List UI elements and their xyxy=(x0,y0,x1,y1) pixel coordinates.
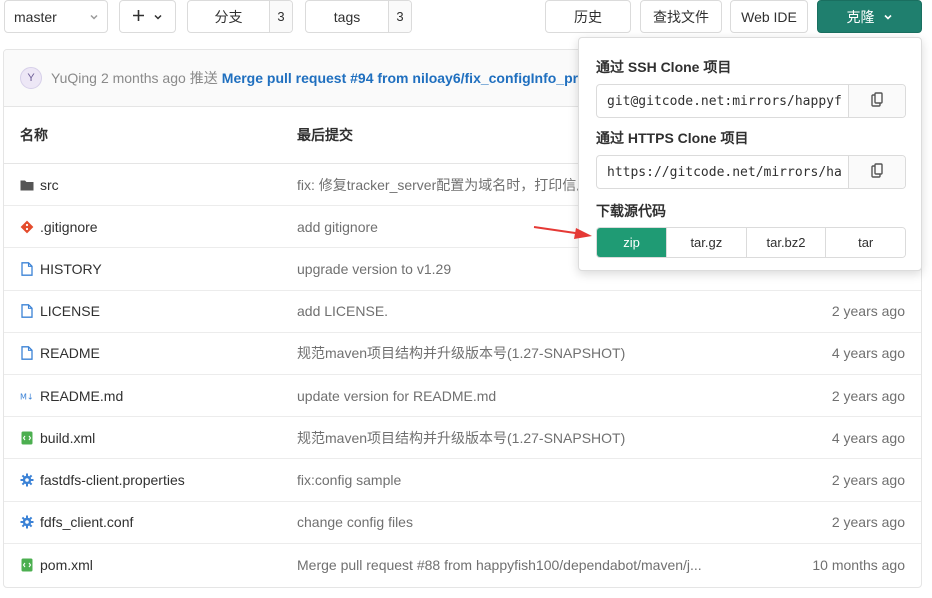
copy-https-button[interactable] xyxy=(848,156,905,188)
clone-button[interactable]: 克隆 xyxy=(817,0,922,33)
commit-time: 2 months ago xyxy=(100,70,186,86)
table-row[interactable]: M↓ README.md update version for README.md 2… xyxy=(4,375,921,418)
https-clone-title: 通过 HTTPS Clone 项目 xyxy=(596,130,749,146)
folder-icon xyxy=(20,178,34,192)
branch-name: master xyxy=(14,8,57,25)
download-format-group: zip tar.gz tar.bz2 tar xyxy=(596,227,906,258)
commit-message[interactable]: 规范maven项目结构并升级版本号(1.27-SNAPSHOT) xyxy=(297,343,625,363)
commit-message[interactable]: change config files xyxy=(297,514,413,530)
svg-text:M↓: M↓ xyxy=(20,392,34,401)
file-name-cell[interactable]: HISTORY xyxy=(20,261,102,277)
branches-button[interactable]: 分支 3 xyxy=(187,0,293,33)
table-row[interactable]: build.xml 规范maven项目结构并升级版本号(1.27-SNAPSHOT… xyxy=(4,417,921,460)
table-row[interactable]: pom.xml Merge pull request #88 from happy… xyxy=(4,544,921,586)
download-tar-gz-button[interactable]: tar.gz xyxy=(666,228,746,257)
file-name-cell[interactable]: fdfs_client.conf xyxy=(20,514,133,530)
add-button[interactable] xyxy=(119,0,176,33)
commit-message[interactable]: add LICENSE. xyxy=(297,303,388,319)
download-zip-button[interactable]: zip xyxy=(597,228,666,257)
branches-label: 分支 xyxy=(214,8,243,25)
gear-icon xyxy=(20,473,34,487)
download-tar-button[interactable]: tar xyxy=(825,228,905,257)
commit-message[interactable]: update version for README.md xyxy=(297,388,496,404)
chevron-down-icon xyxy=(89,9,99,25)
commit-message-link[interactable]: Merge pull request #94 from niloay6/fix_… xyxy=(222,70,582,86)
file-name-cell[interactable]: build.xml xyxy=(20,430,95,446)
plus-icon xyxy=(132,9,145,25)
xml-icon xyxy=(20,558,34,572)
tags-button[interactable]: tags 3 xyxy=(305,0,412,33)
file-name-cell[interactable]: M↓ README.md xyxy=(20,388,123,404)
xml-icon xyxy=(20,431,34,445)
commit-time: 4 years ago xyxy=(831,429,905,446)
clipboard-icon xyxy=(870,162,884,182)
branches-count: 3 xyxy=(269,1,292,32)
file-icon xyxy=(20,262,34,276)
file-name-cell[interactable]: pom.xml xyxy=(20,557,93,573)
clipboard-icon xyxy=(870,91,884,111)
history-button[interactable]: 历史 xyxy=(545,0,631,33)
annotation-arrow-icon xyxy=(533,226,592,239)
tags-label: tags xyxy=(333,8,361,25)
file-name[interactable]: fastdfs-client.properties xyxy=(40,472,185,488)
file-name-cell[interactable]: README xyxy=(20,345,100,361)
commit-message[interactable]: Merge pull request #88 from happyfish100… xyxy=(297,557,702,573)
web-ide-button[interactable]: Web IDE xyxy=(730,0,808,33)
commit-message[interactable]: fix:config sample xyxy=(297,472,401,488)
file-name-cell[interactable]: fastdfs-client.properties xyxy=(20,472,185,488)
branch-selector[interactable]: master xyxy=(4,0,108,33)
gear-icon xyxy=(20,515,34,529)
commit-time: 2 years ago xyxy=(831,514,905,531)
commit-message[interactable]: fix: 修复tracker_server配置为域名时，打印信息 xyxy=(297,175,590,195)
git-icon xyxy=(20,220,34,234)
file-name-cell[interactable]: src xyxy=(20,177,59,193)
commit-message[interactable]: upgrade version to v1.29 xyxy=(297,261,451,277)
chevron-down-icon xyxy=(153,9,163,25)
commit-time: 2 years ago xyxy=(831,387,905,404)
ssh-url-field[interactable]: git@gitcode.net:mirrors/happyf xyxy=(596,84,906,118)
file-name[interactable]: build.xml xyxy=(40,430,95,446)
copy-ssh-button[interactable] xyxy=(848,85,905,117)
https-url-value[interactable]: https://gitcode.net/mirrors/ha xyxy=(597,156,848,188)
file-name[interactable]: pom.xml xyxy=(40,557,93,573)
https-url-field[interactable]: https://gitcode.net/mirrors/ha xyxy=(596,155,906,189)
file-icon xyxy=(20,304,34,319)
commit-author[interactable]: YuQing xyxy=(51,70,97,86)
download-tar-bz2-button[interactable]: tar.bz2 xyxy=(745,228,826,257)
commit-message[interactable]: 规范maven项目结构并升级版本号(1.27-SNAPSHOT) xyxy=(297,428,625,448)
find-file-button[interactable]: 查找文件 xyxy=(640,0,722,33)
table-row[interactable]: LICENSE add LICENSE. 2 years ago xyxy=(4,291,921,333)
file-name[interactable]: README xyxy=(40,345,100,361)
file-name[interactable]: src xyxy=(40,177,59,193)
file-name-cell[interactable]: LICENSE xyxy=(20,303,100,319)
table-row[interactable]: fastdfs-client.properties fix:config samp… xyxy=(4,459,921,502)
file-name[interactable]: LICENSE xyxy=(40,303,100,319)
chevron-down-icon xyxy=(883,9,893,25)
header-last-commit: 最后提交 xyxy=(297,127,353,143)
commit-time: 2 years ago xyxy=(831,303,905,320)
file-name[interactable]: .gitignore xyxy=(40,219,98,235)
file-name[interactable]: fdfs_client.conf xyxy=(40,514,133,530)
file-name[interactable]: README.md xyxy=(40,388,123,404)
markdown-icon: M↓ xyxy=(20,389,34,403)
file-name[interactable]: HISTORY xyxy=(40,261,102,277)
file-name-cell[interactable]: .gitignore xyxy=(20,219,98,235)
commit-verb: 推送 xyxy=(189,70,218,86)
clone-label: 克隆 xyxy=(846,8,875,25)
file-icon xyxy=(20,346,34,361)
commit-time: 4 years ago xyxy=(831,345,905,362)
table-row[interactable]: README 规范maven项目结构并升级版本号(1.27-SNAPSHOT) 4 … xyxy=(4,333,921,375)
table-row[interactable]: fdfs_client.conf change config files 2 yea… xyxy=(4,502,921,544)
header-name: 名称 xyxy=(20,127,48,143)
commit-message[interactable]: add gitignore xyxy=(297,219,378,235)
avatar[interactable]: Y xyxy=(20,67,42,89)
clone-dropdown: 通过 SSH Clone 项目 git@gitcode.net:mirrors/… xyxy=(578,37,922,271)
commit-time: 10 months ago xyxy=(812,556,905,573)
commit-time: 2 years ago xyxy=(831,471,905,488)
ssh-url-value[interactable]: git@gitcode.net:mirrors/happyf xyxy=(597,85,848,117)
ssh-clone-title: 通过 SSH Clone 项目 xyxy=(596,59,732,75)
download-source-title: 下载源代码 xyxy=(596,203,666,219)
tags-count: 3 xyxy=(388,1,411,32)
